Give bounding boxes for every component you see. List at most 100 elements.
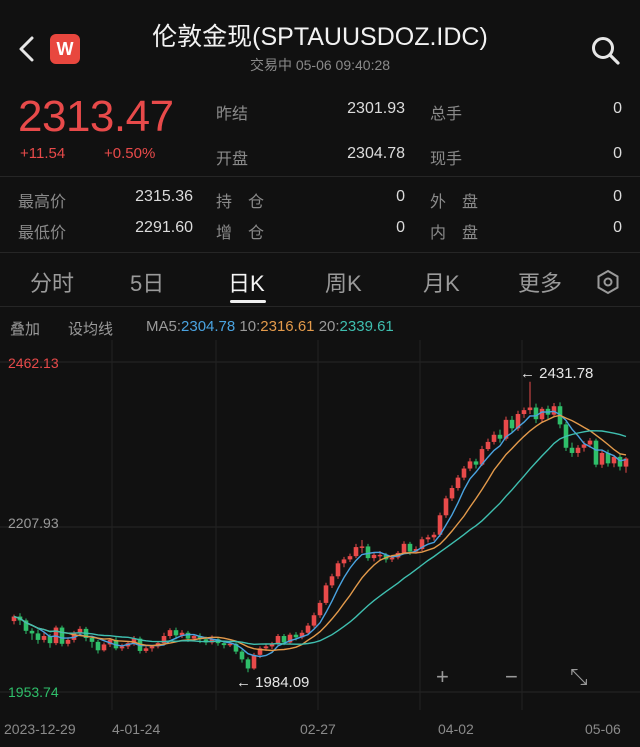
active-tab-indicator <box>230 300 266 303</box>
candle-body <box>227 643 233 646</box>
high-annotation: ← 2431.78 <box>520 365 594 382</box>
tab-more[interactable]: 更多 <box>518 266 562 298</box>
candle-body <box>335 563 341 577</box>
candle-body <box>323 585 329 603</box>
divider <box>0 252 640 253</box>
y-tick-max: 2462.13 <box>8 355 59 371</box>
ma10-label: 10: <box>239 318 261 335</box>
candle-body <box>593 440 599 465</box>
candle-body <box>101 644 107 651</box>
stat-label-high: 最高价 <box>18 194 67 211</box>
candle-body <box>599 452 605 465</box>
candle-body <box>569 447 575 453</box>
candle-body <box>65 639 71 644</box>
divider <box>0 176 640 177</box>
candle-body <box>29 630 35 634</box>
candle-body <box>59 627 65 644</box>
stat-label-open-interest: 持 仓 <box>216 194 265 211</box>
stat-value-total-volume: 0 <box>613 100 622 117</box>
candle-body <box>263 646 269 649</box>
ma5-value: 2304.78 <box>181 318 236 335</box>
candle-body <box>89 637 95 642</box>
candle-body <box>617 456 623 467</box>
ma-legend: MA5:2304.78 10:2316.61 20:2339.61 <box>146 318 394 335</box>
tab-intraday[interactable]: 分时 <box>30 266 74 298</box>
candle-body <box>353 547 359 557</box>
candle-body <box>491 434 497 442</box>
candle-body <box>389 557 395 560</box>
stat-label-prev-settle: 昨结 <box>216 106 249 123</box>
stat-label-total-volume: 总手 <box>430 106 463 123</box>
candle-body <box>527 407 533 411</box>
stat-label-low: 最低价 <box>18 225 67 242</box>
zoom-in-button[interactable]: + <box>436 664 449 690</box>
ma10-value: 2316.61 <box>260 318 315 335</box>
y-tick-min: 1953.74 <box>8 684 59 700</box>
stat-value-open-interest: 0 <box>396 188 405 205</box>
candle-body <box>293 634 299 638</box>
candle-body <box>41 636 47 640</box>
candle-body <box>275 636 281 644</box>
price-change: +11.54 <box>20 145 66 162</box>
candle-body <box>281 636 287 643</box>
ma5-label: MA5: <box>146 318 182 335</box>
candlestick-chart[interactable] <box>0 340 640 710</box>
candle-body <box>509 419 515 429</box>
stat-value-current-volume: 0 <box>613 145 622 162</box>
stat-label-outer-volume: 外 盘 <box>430 194 479 211</box>
ma20-label: 20: <box>318 318 340 335</box>
x-tick-5: 05-06 <box>585 721 621 737</box>
search-icon[interactable] <box>590 35 622 67</box>
candle-body <box>35 633 41 640</box>
candle-body <box>245 659 251 669</box>
candle-body <box>587 440 593 445</box>
candle-body <box>173 630 179 636</box>
candle-body <box>191 636 197 639</box>
tab-daily-k[interactable]: 日K <box>228 266 265 298</box>
high-annotation-value: 2431.78 <box>539 365 594 382</box>
candle-body <box>461 468 467 478</box>
candle-body <box>239 651 245 660</box>
x-tick-3: 02-27 <box>300 721 336 737</box>
tab-weekly-k[interactable]: 周K <box>325 266 362 298</box>
candle-body <box>221 643 227 646</box>
current-price: 2313.47 <box>18 92 174 141</box>
tab-monthly-k[interactable]: 月K <box>423 266 460 298</box>
candle-body <box>149 646 155 649</box>
candle-body <box>377 554 383 557</box>
stat-value-outer-volume: 0 <box>613 188 622 205</box>
candle-body <box>329 576 335 586</box>
price-change-pct: +0.50% <box>104 145 156 162</box>
candle-body <box>401 543 407 553</box>
zoom-out-button[interactable]: − <box>505 664 518 690</box>
x-tick-4: 04-02 <box>438 721 474 737</box>
stat-value-low: 2291.60 <box>135 219 193 236</box>
candle-body <box>167 630 173 637</box>
candle-body <box>95 641 101 651</box>
candle-body <box>311 615 317 626</box>
stat-label-current-volume: 现手 <box>430 151 463 168</box>
tab-5day[interactable]: 5日 <box>130 266 164 298</box>
low-annotation-value: 1984.09 <box>255 674 310 691</box>
candle-body <box>497 434 503 439</box>
candle-body <box>251 654 257 669</box>
candle-body <box>431 534 437 538</box>
candle-body <box>317 602 323 616</box>
candle-body <box>185 632 191 639</box>
candle-body <box>449 488 455 499</box>
divider <box>0 306 640 307</box>
fullscreen-icon[interactable]: ⤡ <box>570 664 588 690</box>
candle-body <box>521 410 527 415</box>
stat-value-oi-change: 0 <box>396 219 405 236</box>
settings-icon[interactable] <box>594 268 622 296</box>
ma5-line <box>13 410 627 658</box>
stat-value-inner-volume: 0 <box>613 219 622 236</box>
stat-label-open: 开盘 <box>216 151 249 168</box>
set-ma-button[interactable]: 设均线 <box>68 318 113 339</box>
overlay-button[interactable]: 叠加 <box>10 318 40 339</box>
candle-body <box>467 461 473 469</box>
x-tick-2: 4-01-24 <box>112 721 161 737</box>
candle-body <box>407 543 413 552</box>
candle-body <box>455 477 461 489</box>
candle-body <box>305 625 311 633</box>
